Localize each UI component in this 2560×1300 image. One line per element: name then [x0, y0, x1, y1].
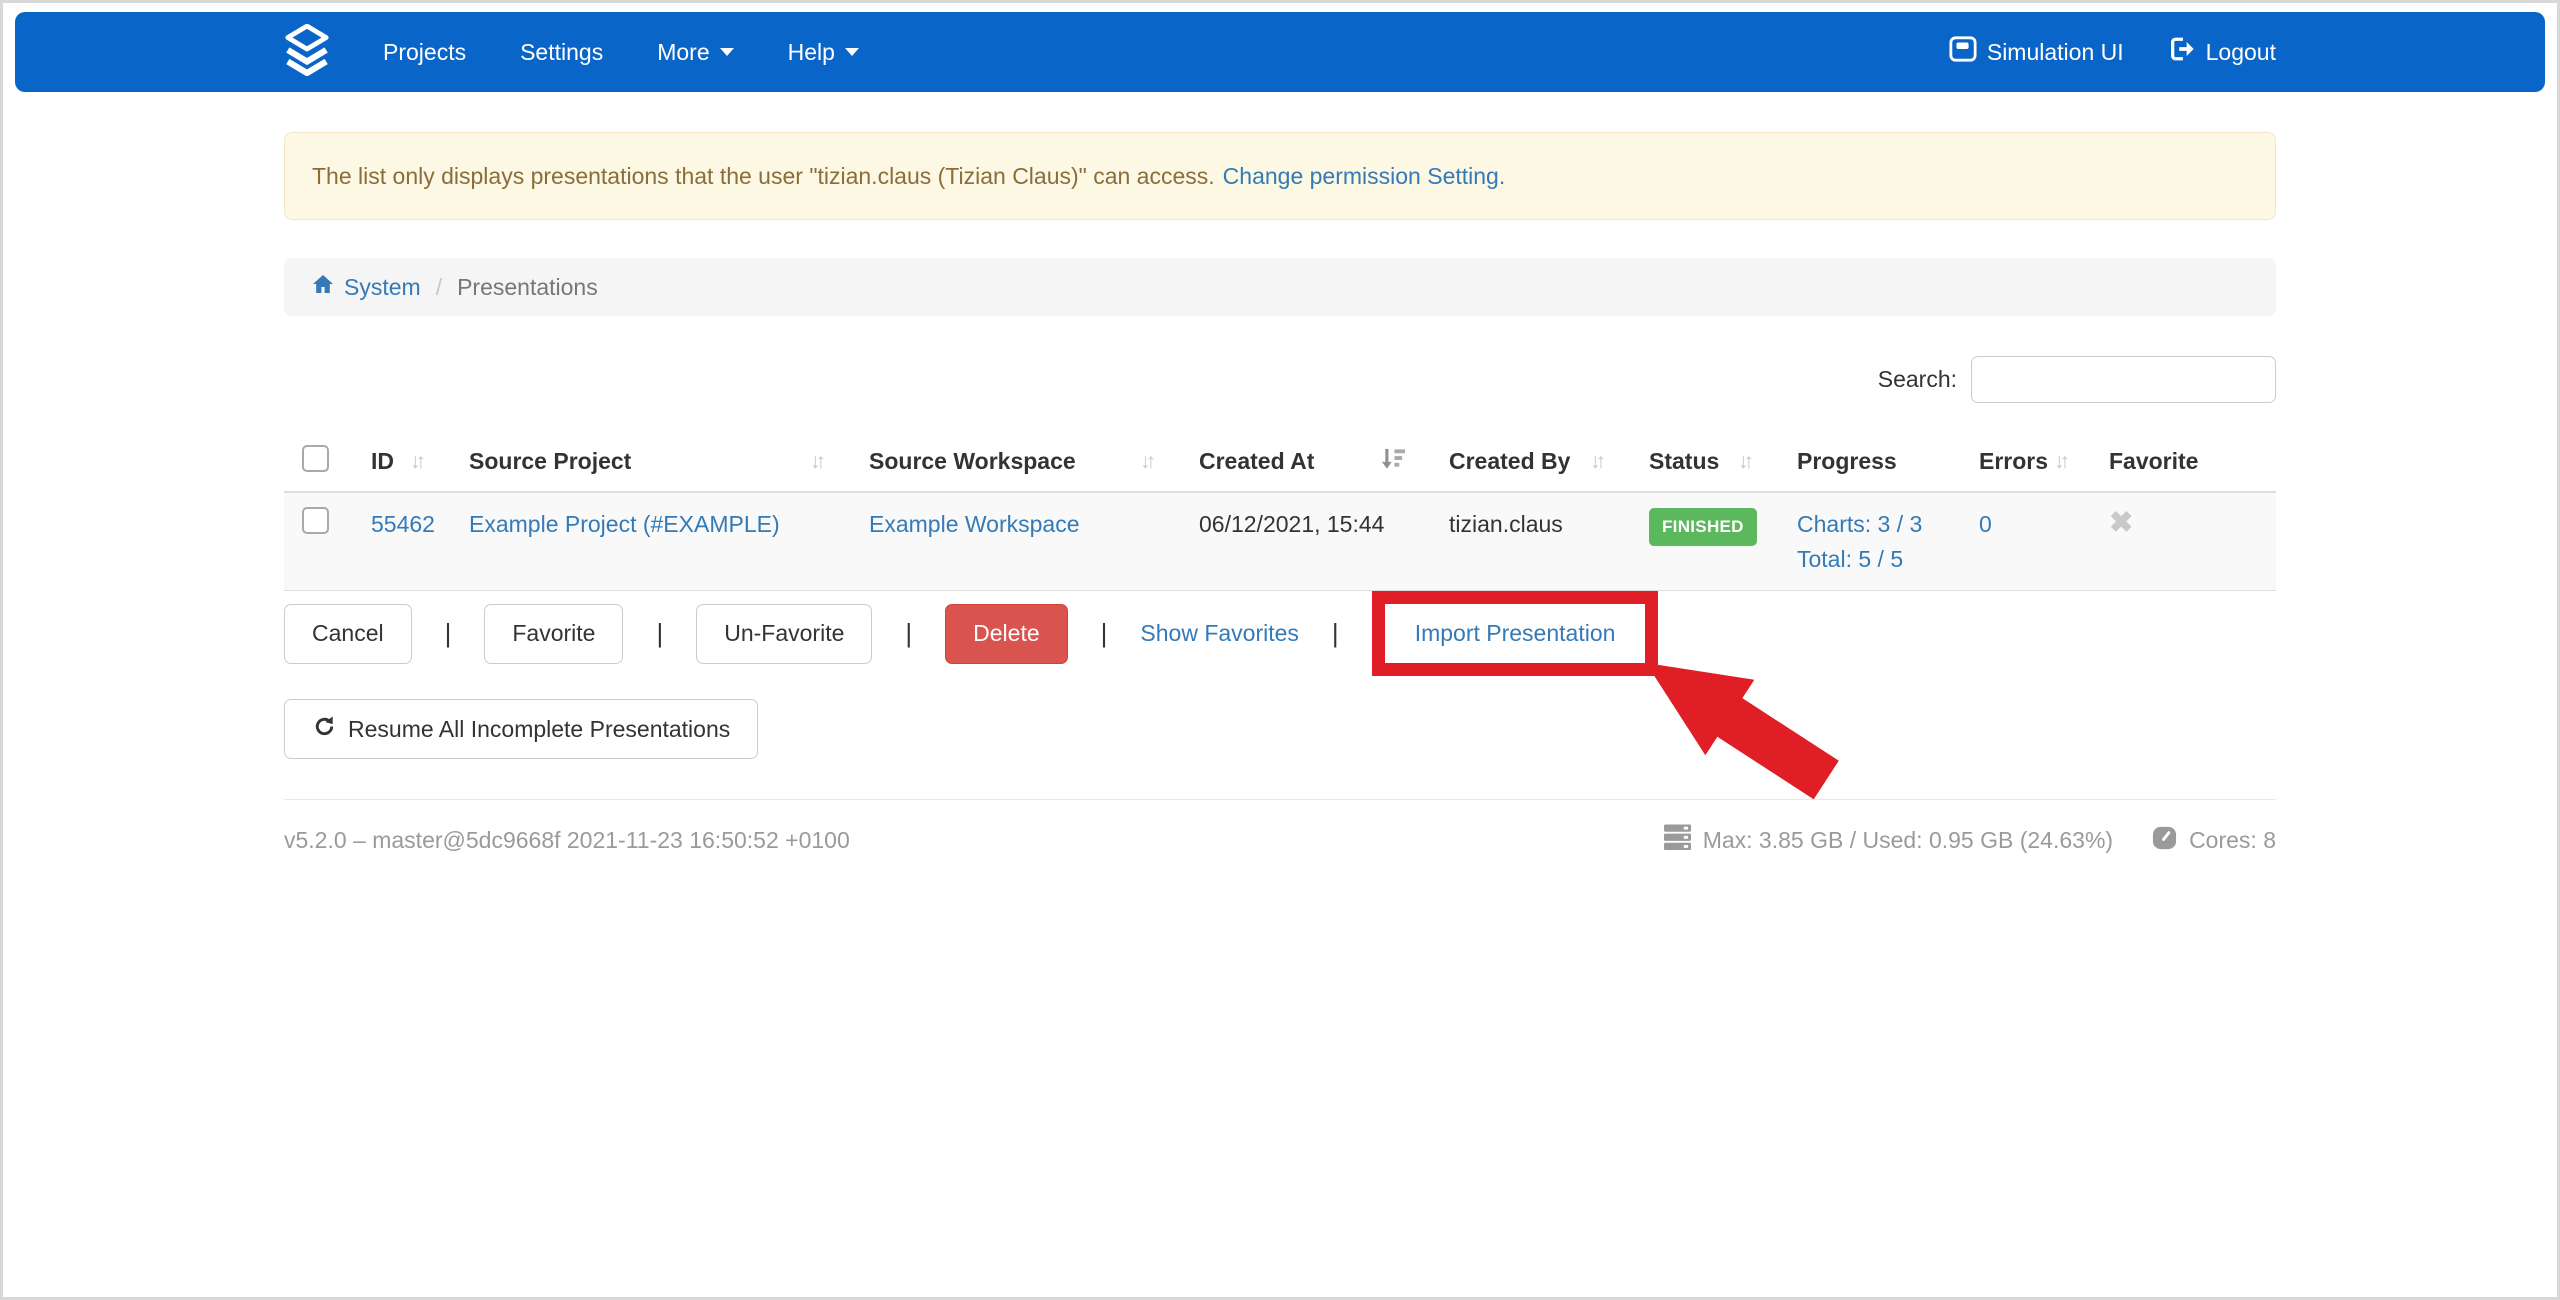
nav-settings[interactable]: Settings: [493, 39, 630, 66]
home-icon: [311, 272, 335, 302]
cell-source-project: Example Project (#EXAMPLE): [444, 492, 844, 591]
cell-favorite: ✖: [2084, 492, 2276, 591]
action-separator: |: [1101, 618, 1108, 649]
search-row: Search:: [284, 356, 2276, 403]
table-row: 55462 Example Project (#EXAMPLE) Example…: [284, 492, 2276, 591]
cores-status: Cores: 8: [2151, 824, 2276, 857]
memory-status: Max: 3.85 GB / Used: 0.95 GB (24.63%): [1663, 824, 2113, 857]
action-separator: |: [656, 618, 663, 649]
sort-icon: ↓↑: [1590, 450, 1606, 474]
column-source-workspace[interactable]: Source Workspace↓↑: [844, 432, 1174, 492]
actions-row: Cancel | Favorite | Un-Favorite | Delete…: [284, 591, 2276, 676]
navbar: Projects Settings More Help Simulation U…: [15, 12, 2545, 92]
action-separator: |: [1332, 618, 1339, 649]
cell-errors: 0: [1954, 492, 2084, 591]
layers-icon: [284, 24, 330, 81]
alert-text: The list only displays presentations tha…: [312, 163, 1215, 190]
search-input[interactable]: [1971, 356, 2276, 403]
progress-charts-link[interactable]: Charts: 3 / 3: [1797, 511, 1922, 537]
breadcrumb-system-link[interactable]: System: [311, 272, 421, 302]
cell-id: 55462: [346, 492, 444, 591]
source-project-link[interactable]: Example Project (#EXAMPLE): [469, 511, 780, 537]
footer: v5.2.0 – master@5dc9668f 2021-11-23 16:5…: [284, 824, 2276, 857]
presentations-table: ID↓↑ Source Project↓↑ Source Workspace↓↑…: [284, 432, 2276, 591]
refresh-icon: [312, 714, 337, 745]
unfavorite-button[interactable]: Un-Favorite: [696, 604, 872, 664]
status-badge: FINISHED: [1649, 508, 1757, 546]
presentation-id-link[interactable]: 55462: [371, 511, 435, 537]
select-all-header: [284, 432, 346, 492]
errors-link[interactable]: 0: [1979, 511, 1992, 537]
row-checkbox[interactable]: [302, 507, 329, 534]
sort-icon: ↓↑: [1738, 450, 1754, 474]
cell-created-at: 06/12/2021, 15:44: [1174, 492, 1424, 591]
brand-logo[interactable]: [284, 24, 330, 81]
nav-logout[interactable]: Logout: [2168, 35, 2276, 69]
breadcrumb: System / Presentations: [284, 258, 2276, 316]
app-window: Projects Settings More Help Simulation U…: [0, 0, 2560, 1300]
search-label: Search:: [1878, 366, 1957, 393]
column-id[interactable]: ID↓↑: [346, 432, 444, 492]
delete-button[interactable]: Delete: [945, 604, 1067, 664]
permission-alert: The list only displays presentations tha…: [284, 132, 2276, 220]
column-created-by[interactable]: Created By↓↑: [1424, 432, 1624, 492]
breadcrumb-current: Presentations: [457, 274, 598, 301]
cell-progress: Charts: 3 / 3 Total: 5 / 5: [1772, 492, 1954, 591]
action-separator: |: [905, 618, 912, 649]
resume-all-button[interactable]: Resume All Incomplete Presentations: [284, 699, 758, 759]
column-source-project[interactable]: Source Project↓↑: [444, 432, 844, 492]
column-errors[interactable]: Errors↓↑: [1954, 432, 2084, 492]
cell-status: FINISHED: [1624, 492, 1772, 591]
column-favorite[interactable]: Favorite: [2084, 432, 2276, 492]
column-status[interactable]: Status↓↑: [1624, 432, 1772, 492]
caret-down-icon: [845, 48, 859, 56]
sort-icon: ↓↑: [2054, 450, 2070, 474]
nav-simulation-ui[interactable]: Simulation UI: [1949, 35, 2124, 69]
change-permission-link[interactable]: Change permission Setting.: [1223, 163, 1506, 190]
footer-divider: [284, 799, 2276, 800]
sort-desc-icon: [1381, 446, 1406, 477]
select-all-checkbox[interactable]: [302, 445, 329, 472]
resume-row: Resume All Incomplete Presentations: [284, 699, 2276, 759]
cancel-button[interactable]: Cancel: [284, 604, 412, 664]
nav-more[interactable]: More: [630, 39, 760, 66]
x-icon[interactable]: ✖: [2109, 507, 2133, 539]
nav-help[interactable]: Help: [761, 39, 886, 66]
cell-created-by: tizian.claus: [1424, 492, 1624, 591]
window-icon: [1949, 35, 1977, 69]
highlight-annotation-box: Import Presentation: [1372, 591, 1659, 676]
import-presentation-link[interactable]: Import Presentation: [1415, 620, 1616, 647]
caret-down-icon: [720, 48, 734, 56]
show-favorites-link[interactable]: Show Favorites: [1140, 620, 1299, 647]
breadcrumb-separator: /: [436, 274, 442, 301]
sort-icon: ↓↑: [810, 450, 826, 474]
nav-projects[interactable]: Projects: [356, 39, 493, 66]
row-select-cell: [284, 492, 346, 591]
gauge-icon: [2151, 824, 2178, 857]
favorite-button[interactable]: Favorite: [484, 604, 623, 664]
source-workspace-link[interactable]: Example Workspace: [869, 511, 1080, 537]
server-icon: [1663, 824, 1692, 857]
cell-source-workspace: Example Workspace: [844, 492, 1174, 591]
version-text: v5.2.0 – master@5dc9668f 2021-11-23 16:5…: [284, 827, 850, 854]
sort-icon: ↓↑: [1140, 450, 1156, 474]
column-progress[interactable]: Progress: [1772, 432, 1954, 492]
progress-total-link[interactable]: Total: 5 / 5: [1797, 546, 1903, 572]
table-header-row: ID↓↑ Source Project↓↑ Source Workspace↓↑…: [284, 432, 2276, 492]
column-created-at[interactable]: Created At: [1174, 432, 1424, 492]
logout-icon: [2168, 35, 2196, 69]
sort-icon: ↓↑: [410, 450, 426, 474]
action-separator: |: [445, 618, 452, 649]
